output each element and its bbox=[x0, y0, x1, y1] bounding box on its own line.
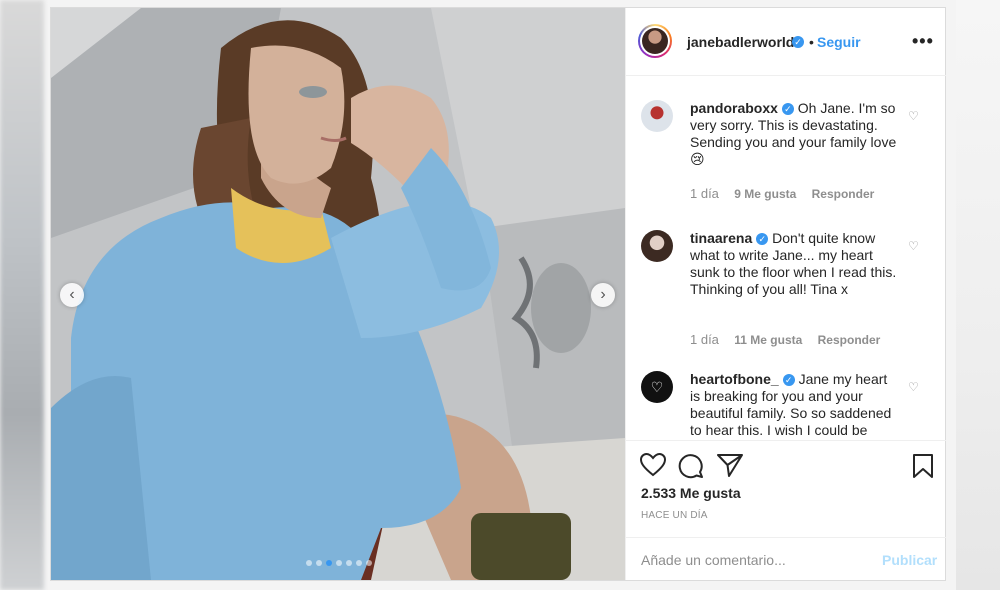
reply-button[interactable]: Responder bbox=[812, 187, 875, 201]
carousel-indicator bbox=[306, 560, 372, 566]
crying-emoji-icon: 😢 bbox=[690, 151, 705, 167]
comment-username[interactable]: tinaarena bbox=[690, 230, 752, 246]
blurred-backdrop-right bbox=[956, 0, 1000, 590]
post-header: janebadlerworld ✓ • Seguir ••• bbox=[626, 8, 946, 76]
add-comment-bar: Publicar bbox=[626, 537, 946, 581]
blurred-backdrop-left bbox=[0, 0, 44, 590]
heart-icon[interactable]: ♡ bbox=[908, 239, 919, 253]
reply-button[interactable]: Responder bbox=[818, 333, 881, 347]
follow-button[interactable]: Seguir bbox=[817, 34, 861, 50]
avatar[interactable]: ♡ bbox=[641, 371, 673, 403]
avatar[interactable] bbox=[641, 100, 673, 132]
heart-icon[interactable]: ♡ bbox=[908, 380, 919, 394]
carousel-dot bbox=[306, 560, 312, 566]
like-heart-icon[interactable] bbox=[640, 453, 666, 477]
comment-likes[interactable]: 11 Me gusta bbox=[734, 333, 802, 347]
comment-bubble-icon[interactable] bbox=[678, 453, 704, 479]
chevron-right-icon: › bbox=[600, 286, 606, 303]
verified-badge-icon: ✓ bbox=[781, 103, 794, 116]
post-photo[interactable]: ‹ › bbox=[51, 8, 625, 580]
share-send-icon[interactable] bbox=[717, 453, 743, 477]
more-options-icon[interactable]: ••• bbox=[912, 31, 934, 52]
verified-badge-icon: ✓ bbox=[756, 233, 769, 246]
comment-username[interactable]: heartofbone_ bbox=[690, 371, 779, 387]
chevron-left-icon: ‹ bbox=[69, 286, 75, 303]
comment-input[interactable] bbox=[641, 550, 861, 570]
carousel-dot bbox=[346, 560, 352, 566]
comments-list[interactable]: pandoraboxx ✓ Oh Jane. I'm so very sorry.… bbox=[626, 76, 946, 440]
avatar[interactable] bbox=[642, 28, 668, 54]
comment-text-block: tinaarena ✓ Don't quite know what to writ… bbox=[690, 230, 900, 298]
verified-badge-icon: ✓ bbox=[782, 374, 795, 387]
author-username[interactable]: janebadlerworld bbox=[687, 34, 794, 50]
comment-meta: 1 día 11 Me gusta Responder bbox=[690, 332, 892, 347]
publish-button[interactable]: Publicar bbox=[882, 552, 937, 568]
comment-likes[interactable]: 9 Me gusta bbox=[734, 187, 796, 201]
like-count[interactable]: 2.533 Me gusta bbox=[641, 485, 741, 501]
carousel-dot bbox=[316, 560, 322, 566]
bookmark-save-icon[interactable] bbox=[912, 453, 934, 479]
comment-username[interactable]: pandoraboxx bbox=[690, 100, 778, 116]
post-sidebar: janebadlerworld ✓ • Seguir ••• pandorabo… bbox=[625, 8, 946, 580]
carousel-dot bbox=[366, 560, 372, 566]
carousel-dot bbox=[326, 560, 332, 566]
separator-dot: • bbox=[809, 34, 814, 50]
post-timestamp: HACE UN DÍA bbox=[641, 510, 708, 521]
comment-time: 1 día bbox=[690, 186, 719, 201]
heart-logo-icon: ♡ bbox=[650, 378, 664, 395]
carousel-next-button[interactable]: › bbox=[591, 283, 615, 307]
heart-icon[interactable]: ♡ bbox=[908, 109, 919, 123]
photo-illustration bbox=[51, 8, 625, 580]
comment-time: 1 día bbox=[690, 332, 719, 347]
instagram-post: ‹ › janebadlerworld ✓ • Seguir ••• pando… bbox=[50, 7, 946, 581]
comment-text-block: pandoraboxx ✓ Oh Jane. I'm so very sorry.… bbox=[690, 100, 900, 168]
carousel-dot bbox=[356, 560, 362, 566]
verified-badge-icon: ✓ bbox=[792, 36, 804, 48]
comment-text-block: heartofbone_ ✓ Jane my heart is breaking … bbox=[690, 371, 900, 439]
avatar[interactable] bbox=[641, 230, 673, 262]
comment-meta: 1 día 9 Me gusta Responder bbox=[690, 186, 886, 201]
carousel-prev-button[interactable]: ‹ bbox=[60, 283, 84, 307]
post-actions: 2.533 Me gusta HACE UN DÍA Publicar bbox=[626, 440, 946, 580]
carousel-dot bbox=[336, 560, 342, 566]
